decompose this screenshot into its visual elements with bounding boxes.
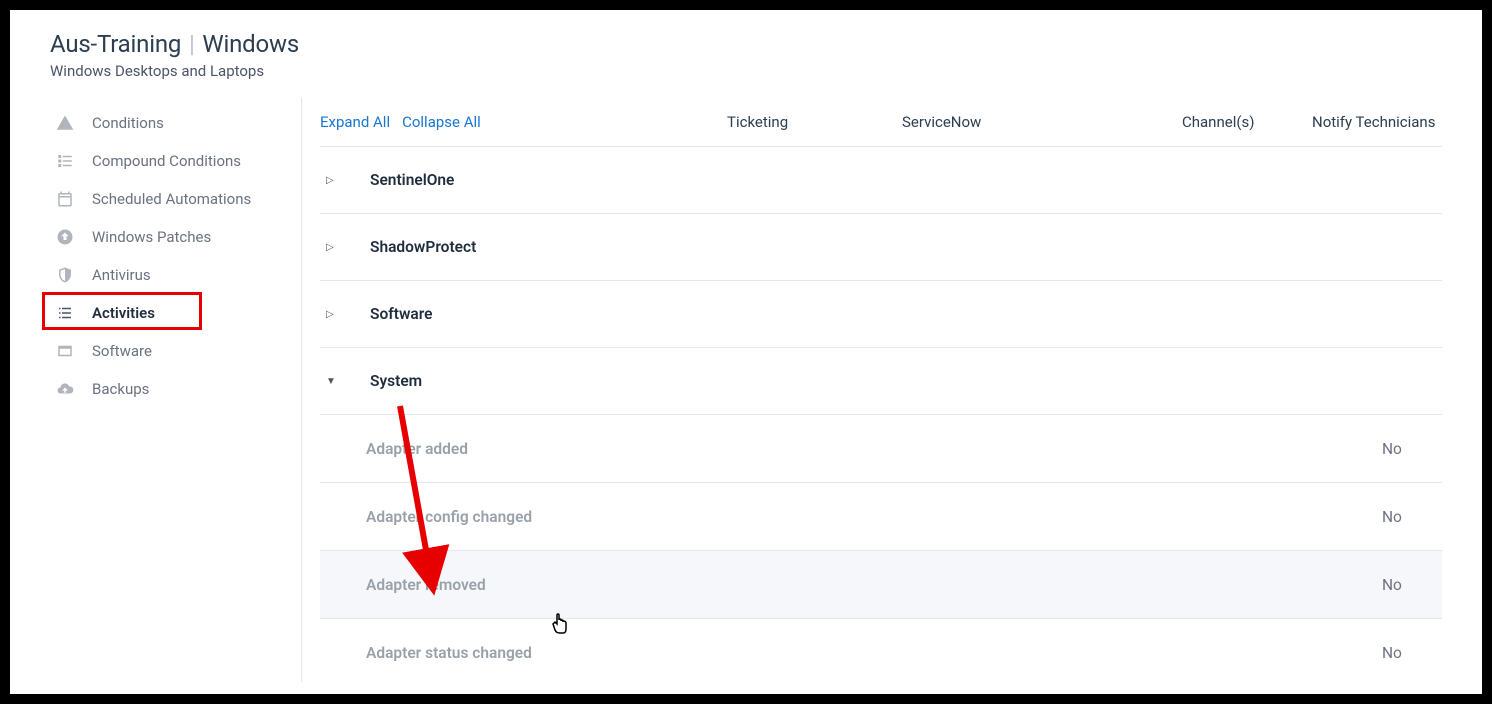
caret-right-icon: ▷ (326, 175, 370, 186)
activity-adapter-removed[interactable]: Adapter removed No (320, 550, 1442, 618)
caret-down-icon: ▼ (326, 376, 370, 387)
sidebar-item-scheduled-automations[interactable]: Scheduled Automations (50, 180, 281, 218)
calendar-icon (54, 190, 76, 208)
sidebar-item-label: Compound Conditions (92, 152, 241, 170)
col-servicenow: ServiceNow (902, 113, 1182, 131)
cloud-up-icon (54, 380, 76, 398)
shield-icon (54, 266, 76, 284)
sidebar-item-windows-patches[interactable]: Windows Patches (50, 218, 281, 256)
activity-notify-value: No (1332, 576, 1442, 594)
section-sentinelone[interactable]: ▷ SentinelOne (320, 146, 1442, 213)
sidebar-item-label: Windows Patches (92, 228, 211, 246)
page-title: Aus-Training | Windows (50, 30, 1442, 58)
collapse-all-link[interactable]: Collapse All (402, 113, 481, 131)
sidebar-item-conditions[interactable]: Conditions (50, 104, 281, 142)
patch-up-icon (54, 228, 76, 246)
col-notify: Notify Technicians (1312, 113, 1442, 131)
activity-adapter-added[interactable]: Adapter added No (320, 414, 1442, 482)
activity-name: Adapter added (326, 440, 1332, 458)
warning-triangle-icon (54, 114, 76, 132)
window-icon (54, 342, 76, 360)
col-channels: Channel(s) (1182, 113, 1312, 131)
section-name: Software (370, 305, 433, 323)
page-header: Aus-Training | Windows Windows Desktops … (50, 30, 1442, 80)
sidebar-item-label: Conditions (92, 114, 164, 132)
section-name: System (370, 372, 422, 390)
activity-name: Adapter config changed (326, 508, 1332, 526)
sidebar-item-label: Backups (92, 380, 149, 398)
section-software[interactable]: ▷ Software (320, 280, 1442, 347)
main-panel: Expand All Collapse All Ticketing Servic… (302, 98, 1442, 682)
column-headers: Ticketing ServiceNow Channel(s) Notify T… (727, 113, 1442, 131)
activity-notify-value: No (1332, 440, 1442, 458)
activity-name: Adapter status changed (326, 644, 1332, 662)
sidebar-item-label: Activities (92, 304, 155, 322)
activity-adapter-config-changed[interactable]: Adapter config changed No (320, 482, 1442, 550)
section-name: SentinelOne (370, 171, 454, 189)
activities-list-icon (54, 304, 76, 322)
app-frame: Aus-Training | Windows Windows Desktops … (10, 10, 1482, 694)
caret-right-icon: ▷ (326, 242, 370, 253)
sidebar-item-backups[interactable]: Backups (50, 370, 281, 408)
sidebar-item-label: Antivirus (92, 266, 151, 284)
col-ticketing: Ticketing (727, 113, 902, 131)
title-left: Aus-Training (50, 30, 181, 58)
activity-notify-value: No (1332, 644, 1442, 662)
section-system[interactable]: ▼ System (320, 347, 1442, 414)
sidebar-item-label: Software (92, 342, 152, 360)
section-name: ShadowProtect (370, 238, 476, 256)
section-shadowprotect[interactable]: ▷ ShadowProtect (320, 213, 1442, 280)
activity-notify-value: No (1332, 508, 1442, 526)
expand-all-link[interactable]: Expand All (320, 113, 390, 131)
toolbar: Expand All Collapse All Ticketing Servic… (320, 98, 1442, 146)
sidebar-item-compound-conditions[interactable]: Compound Conditions (50, 142, 281, 180)
sidebar-item-label: Scheduled Automations (92, 190, 251, 208)
sidebar-item-software[interactable]: Software (50, 332, 281, 370)
title-right: Windows (202, 30, 299, 58)
activity-name: Adapter removed (326, 576, 1332, 594)
sidebar-item-activities[interactable]: Activities (50, 294, 281, 332)
title-divider: | (181, 30, 202, 58)
sidebar: Conditions Compound Conditions Scheduled… (50, 98, 302, 682)
page-subtitle: Windows Desktops and Laptops (50, 62, 1442, 80)
activity-adapter-status-changed[interactable]: Adapter status changed No (320, 618, 1442, 682)
caret-right-icon: ▷ (326, 309, 370, 320)
compound-list-icon (54, 152, 76, 170)
sidebar-item-antivirus[interactable]: Antivirus (50, 256, 281, 294)
